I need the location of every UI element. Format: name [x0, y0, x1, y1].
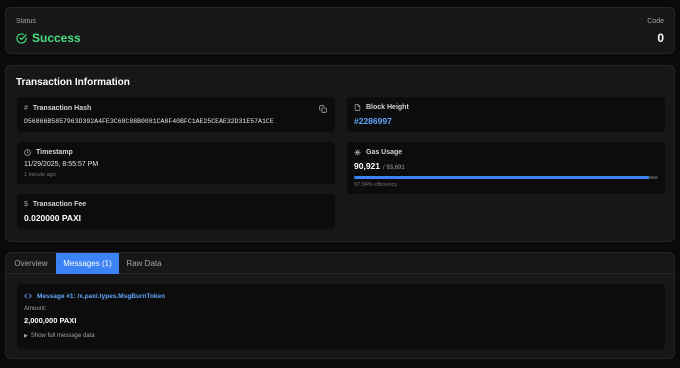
timestamp-relative: 1 minute ago [24, 172, 56, 178]
amount-value: 2,000,000 PAXI [24, 316, 77, 325]
gas-icon [354, 149, 361, 156]
transaction-info-title: Transaction Information [16, 77, 130, 88]
transaction-fee-box: $ Transaction Fee 0.020000 PAXI [17, 194, 335, 229]
gas-values: 90,921 / 93,691 [354, 161, 405, 171]
gas-efficiency: 97.04% efficiency [354, 182, 398, 188]
gas-usage-box: Gas Usage 90,921 / 93,691 97.04% efficie… [347, 142, 665, 194]
status-label: Status [16, 18, 36, 25]
block-height-link[interactable]: #2286997 [354, 116, 392, 126]
show-full-message-toggle[interactable]: ▶ Show full message data [24, 333, 95, 339]
gas-progress-fill [354, 176, 649, 179]
code-label: Code [647, 18, 664, 25]
copy-icon[interactable] [319, 105, 327, 113]
transaction-fee-value: 0.020000 PAXI [24, 213, 82, 223]
timestamp-value: 11/29/2025, 8:55:57 PM [24, 161, 99, 168]
transaction-info-card: Transaction Information # Transaction Ha… [5, 65, 675, 242]
tab-raw-data[interactable]: Raw Data [119, 253, 169, 274]
tab-bar: Overview Messages (1) Raw Data [6, 253, 674, 274]
code-value: 0 [657, 31, 664, 45]
gas-progress-track [354, 176, 658, 179]
timestamp-label: Timestamp [36, 149, 73, 156]
hash-icon: # [24, 105, 28, 112]
show-full-message-label: Show full message data [30, 333, 95, 339]
message-box: Message #1: /x.paxi.types.MsgBurnToken A… [17, 284, 665, 349]
timestamp-box: Timestamp 11/29/2025, 8:55:57 PM 1 minut… [17, 142, 335, 184]
clock-icon [24, 149, 31, 156]
tab-overview[interactable]: Overview [6, 253, 56, 274]
transaction-hash-label: Transaction Hash [32, 105, 92, 112]
dollar-icon: $ [24, 201, 28, 208]
gas-usage-label: Gas Usage [366, 149, 403, 156]
transaction-hash-box: # Transaction Hash D56866B5857963D392A4F… [17, 97, 335, 132]
transaction-hash-value: D56866B5857963D392A4FE3C68C88B0081CA8F40… [24, 118, 274, 125]
tab-messages[interactable]: Messages (1) [56, 253, 119, 274]
message-title: Message #1: /x.paxi.types.MsgBurnToken [37, 292, 166, 300]
gas-used: 90,921 [354, 161, 380, 171]
amount-label: Amount: [24, 306, 47, 312]
gas-limit: / 93,691 [383, 165, 405, 171]
caret-right-icon: ▶ [24, 333, 28, 339]
details-tabs-card: Overview Messages (1) Raw Data Message #… [5, 252, 675, 359]
check-circle-icon [16, 32, 27, 44]
status-value-row: Success [16, 31, 81, 45]
transaction-fee-label: Transaction Fee [32, 201, 87, 208]
status-card: Status Success Code 0 [5, 7, 675, 54]
file-icon [354, 104, 361, 111]
block-height-box: Block Height #2286997 [347, 97, 665, 132]
code-icon [24, 293, 32, 299]
status-value: Success [32, 31, 81, 45]
block-height-label: Block Height [366, 104, 409, 111]
